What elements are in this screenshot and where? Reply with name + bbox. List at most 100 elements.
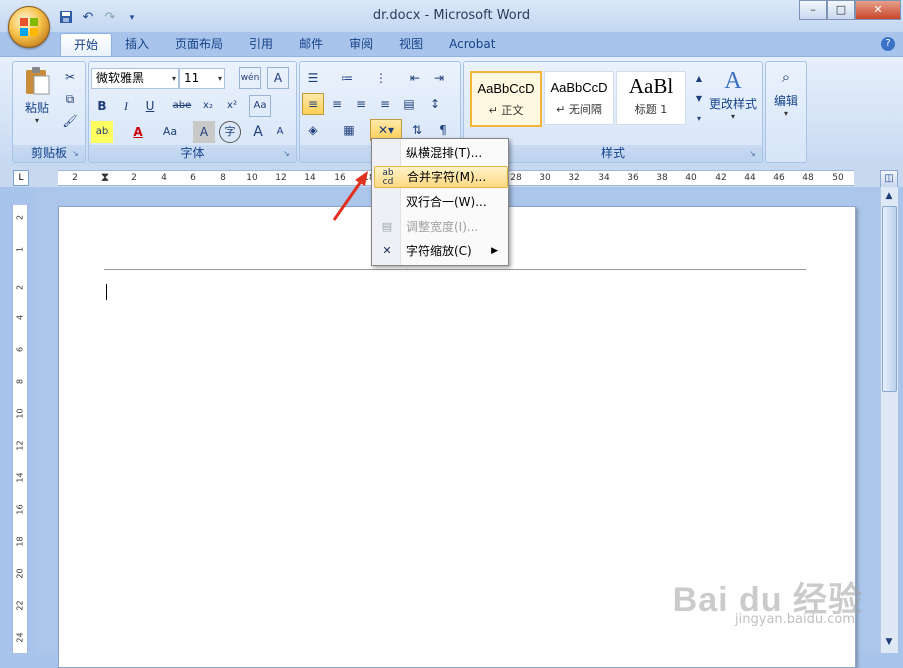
strikethrough-button[interactable]: abe: [171, 95, 193, 117]
change-styles-icon: A: [724, 68, 742, 94]
vruler-tick: 8: [15, 378, 25, 385]
align-left-button[interactable]: ≡: [302, 93, 324, 115]
maximize-button[interactable]: □: [827, 0, 855, 20]
tab-review[interactable]: 审阅: [336, 33, 386, 56]
ruler-tick: 50: [832, 173, 844, 183]
scroll-up-icon[interactable]: ▲: [883, 190, 895, 202]
ruler-tick: 8: [220, 173, 226, 183]
vruler-tick: 24: [15, 632, 25, 643]
first-line-indent-handle[interactable]: ⧗: [101, 170, 109, 185]
vertical-ruler[interactable]: 2 1 2 4 6 8 10 12 14 16 18 20 22 24: [12, 205, 28, 653]
style-heading1[interactable]: AaBl 标题 1: [616, 71, 686, 125]
style-no-spacing[interactable]: AaBbCcD ↵ 无间隔: [544, 71, 614, 125]
subscript-button[interactable]: x₂: [197, 95, 219, 117]
style-normal-sample: AaBbCcD: [477, 81, 535, 96]
font-name-select[interactable]: 微软雅黑 ▾: [91, 68, 179, 89]
bullets-button[interactable]: ☰: [302, 67, 324, 89]
ruler-tick: 4: [161, 173, 167, 183]
tab-mailings[interactable]: 邮件: [286, 33, 336, 56]
scroll-down-icon[interactable]: ▼: [883, 636, 895, 648]
font-launcher-icon[interactable]: ↘: [283, 149, 293, 159]
view-ruler-toggle-icon[interactable]: ◫: [880, 170, 898, 188]
cut-icon[interactable]: ✂: [59, 66, 81, 88]
align-right-button[interactable]: ≡: [350, 93, 372, 115]
vruler-tick: 6: [15, 346, 25, 353]
shading-button[interactable]: ◈: [302, 119, 324, 141]
clipboard-launcher-icon[interactable]: ↘: [72, 149, 82, 159]
office-logo-icon: [20, 18, 38, 36]
char-border-button[interactable]: A: [267, 67, 289, 89]
tab-acrobat[interactable]: Acrobat: [436, 33, 508, 56]
ribbon-tabs: 开始 插入 页面布局 引用 邮件 审阅 视图 Acrobat: [60, 33, 508, 57]
phonetic-guide-button[interactable]: wén: [239, 67, 261, 89]
copy-icon[interactable]: ⧉: [59, 88, 81, 110]
styles-launcher-icon[interactable]: ↘: [749, 149, 759, 159]
scrollbar-thumb[interactable]: [882, 206, 897, 392]
menu-item-combine-chars[interactable]: ab cd 合并字符(M)...: [374, 166, 508, 188]
superscript-button[interactable]: x²: [221, 95, 243, 117]
binoculars-icon: ⌕: [781, 68, 791, 86]
close-button[interactable]: ✕: [855, 0, 901, 20]
numbering-button[interactable]: ≔: [336, 67, 358, 89]
menu-item-char-scale[interactable]: ✕ 字符缩放(C) ▶: [374, 240, 506, 262]
char-shading-button[interactable]: A: [193, 121, 215, 143]
borders-button[interactable]: ▦: [338, 119, 360, 141]
increase-indent-button[interactable]: ⇥: [428, 67, 450, 89]
style-heading1-name: 标题 1: [634, 103, 668, 116]
style-no-spacing-sample: AaBbCcD: [550, 80, 608, 95]
justify-button[interactable]: ≡: [374, 93, 396, 115]
line-spacing-button[interactable]: ↕: [424, 93, 446, 115]
change-case-button[interactable]: Aa: [159, 121, 181, 143]
editing-button[interactable]: ⌕ 编辑 ▾: [766, 68, 806, 118]
window-controls: – □ ✕: [799, 0, 901, 20]
change-styles-label: 更改样式: [708, 97, 757, 111]
tab-insert[interactable]: 插入: [112, 33, 162, 56]
style-normal[interactable]: AaBbCcD ↵ 正文: [470, 71, 542, 127]
style-no-spacing-name: ↵ 无间隔: [556, 103, 602, 116]
distribute-button[interactable]: ▤: [398, 93, 420, 115]
tab-home[interactable]: 开始: [60, 33, 113, 57]
decrease-indent-button[interactable]: ⇤: [404, 67, 426, 89]
enclose-chars-button[interactable]: 字: [219, 121, 241, 143]
ruler-tick: 38: [656, 173, 668, 183]
tab-page-layout[interactable]: 页面布局: [162, 33, 236, 56]
char-scale-icon: ✕: [382, 244, 392, 257]
format-painter-icon[interactable]: 🖌: [59, 110, 81, 132]
style-normal-name: ↵ 正文: [488, 104, 524, 117]
ruler-tick: 34: [598, 173, 610, 183]
font-color-button[interactable]: A: [127, 121, 149, 143]
tab-selector-button[interactable]: L: [13, 170, 29, 186]
vruler-tick: 10: [15, 408, 25, 419]
minimize-button[interactable]: –: [799, 0, 827, 20]
ruler-tick: 12: [275, 173, 287, 183]
menu-item-vertical-mix[interactable]: 纵横混排(T)...: [374, 142, 506, 164]
office-button[interactable]: [8, 6, 50, 48]
font-group: 微软雅黑 ▾ 11 ▾ wén A B I U abe x₂ x² Aa ab A …: [88, 61, 297, 163]
italic-button[interactable]: I: [115, 95, 137, 117]
clear-format-button[interactable]: Aa: [249, 95, 271, 117]
help-icon[interactable]: ?: [881, 37, 895, 51]
multilevel-list-button[interactable]: ⋮: [370, 67, 392, 89]
menu-item-adjust-width[interactable]: ▤ 调整宽度(I)...: [374, 216, 506, 238]
red-annotation-arrow: [332, 171, 368, 221]
highlight-button[interactable]: ab: [91, 121, 113, 143]
grow-font-button[interactable]: A: [247, 121, 269, 143]
align-center-button[interactable]: ≡: [326, 93, 348, 115]
change-styles-button[interactable]: A 更改样式 ▾: [706, 68, 760, 121]
ruler-tick: 2: [72, 173, 78, 183]
header-divider: [104, 269, 806, 270]
tab-view[interactable]: 视图: [386, 33, 436, 56]
paste-button[interactable]: 粘贴 ▾: [21, 66, 53, 126]
tab-references[interactable]: 引用: [236, 33, 286, 56]
menu-item-label: 字符缩放(C): [406, 244, 472, 258]
adjust-width-icon: ▤: [381, 220, 393, 233]
bold-button[interactable]: B: [91, 95, 113, 117]
shrink-font-button[interactable]: A: [269, 121, 291, 143]
underline-button[interactable]: U: [139, 95, 161, 117]
paste-label: 粘贴: [24, 101, 49, 115]
menu-item-label: 调整宽度(I)...: [406, 220, 479, 234]
menu-item-two-lines[interactable]: 双行合一(W)...: [374, 191, 506, 213]
vruler-tick: 2: [15, 284, 25, 291]
font-size-select[interactable]: 11 ▾: [179, 68, 225, 89]
menu-item-label: 合并字符(M)...: [407, 170, 487, 184]
